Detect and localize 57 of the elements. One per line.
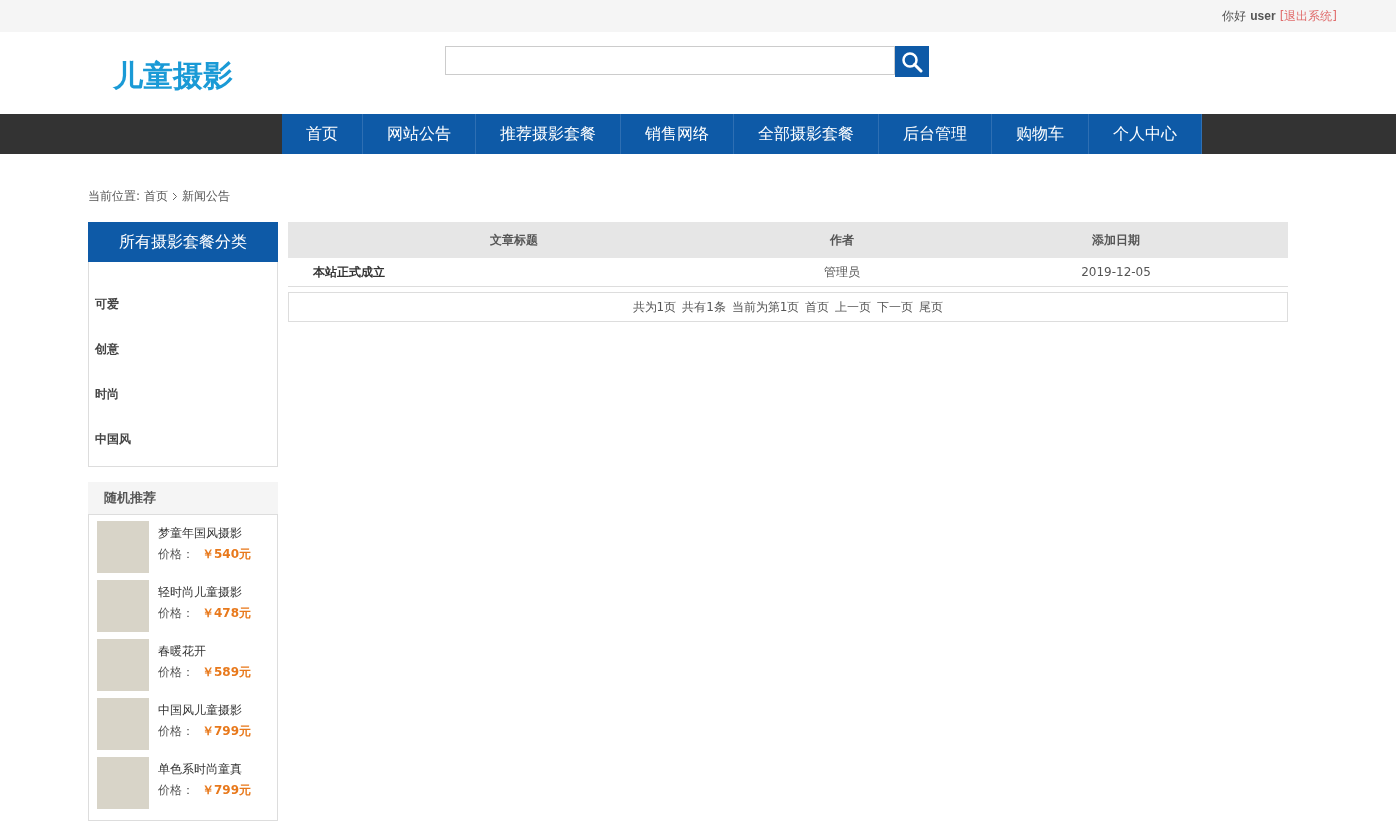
photo-placeholder[interactable]: [97, 639, 149, 691]
greeting-text: 你好: [1222, 7, 1247, 25]
photo-placeholder[interactable]: [97, 580, 149, 632]
nav-tab[interactable]: 销售网络: [621, 114, 734, 154]
category-link[interactable]: 创意: [89, 327, 277, 372]
nav-tab[interactable]: 后台管理: [879, 114, 992, 154]
product-link[interactable]: 中国风儿童摄影: [158, 702, 252, 719]
price-text: ￥799元: [202, 723, 252, 740]
price-label: 价格：: [158, 723, 194, 740]
pager-link[interactable]: 上一页: [835, 298, 872, 316]
photo-placeholder[interactable]: [97, 698, 149, 750]
product-link[interactable]: 轻时尚儿童摄影: [158, 584, 252, 601]
table-cell-text: 管理员: [823, 263, 861, 281]
price-text: ￥799元: [202, 782, 252, 799]
price-label: 价格：: [158, 782, 194, 799]
nav-tab[interactable]: 推荐摄影套餐: [476, 114, 621, 154]
breadcrumb-label: 当前位置:: [88, 187, 141, 205]
breadcrumb-link[interactable]: 首页: [144, 187, 169, 205]
price-text: ￥540元: [202, 546, 252, 563]
product-link[interactable]: 单色系时尚童真: [158, 761, 252, 778]
pager-link[interactable]: 首页: [805, 298, 830, 316]
photo-placeholder[interactable]: [97, 521, 149, 573]
column-header: 添加日期: [1091, 231, 1141, 249]
article-link[interactable]: 本站正式成立: [288, 263, 740, 281]
photo-placeholder[interactable]: [97, 757, 149, 809]
username-text: user: [1250, 9, 1276, 23]
price-label: 价格：: [158, 605, 194, 622]
pager-info: 共为1页: [632, 298, 677, 316]
recommend-title: 随机推荐: [88, 482, 278, 514]
product-link[interactable]: 春暖花开: [158, 643, 252, 660]
search-field[interactable]: [445, 46, 895, 75]
column-header: 文章标题: [489, 231, 539, 249]
nav-tab[interactable]: 个人中心: [1089, 114, 1202, 154]
search-icon: [901, 50, 923, 73]
product-link[interactable]: 梦童年国风摄影: [158, 525, 252, 542]
nav-tab[interactable]: 购物车: [992, 114, 1089, 154]
column-header: 作者: [829, 231, 855, 249]
pager-link[interactable]: 尾页: [919, 298, 944, 316]
category-link[interactable]: 中国风: [89, 417, 277, 462]
price-label: 价格：: [158, 546, 194, 563]
category-link[interactable]: 可爱: [89, 282, 277, 327]
price-text: ￥589元: [202, 664, 252, 681]
price-label: 价格：: [158, 664, 194, 681]
pager-link[interactable]: 下一页: [877, 298, 914, 316]
chevron-icon: [172, 191, 179, 201]
nav-tab[interactable]: 全部摄影套餐: [734, 114, 879, 154]
site-logo: 儿童摄影: [113, 57, 234, 95]
nav-tab[interactable]: 首页: [282, 114, 363, 154]
price-text: ￥478元: [202, 605, 252, 622]
search-button[interactable]: [895, 46, 929, 77]
category-link[interactable]: 时尚: [89, 372, 277, 417]
breadcrumb-current: 新闻公告: [182, 187, 231, 205]
pager-info: 共有1条: [682, 298, 726, 316]
category-title: 所有摄影套餐分类: [88, 222, 278, 262]
pager-info: 当前为第1页: [731, 298, 800, 316]
table-cell-text: 2019-12-05: [1080, 265, 1152, 279]
nav-tab[interactable]: 网站公告: [363, 114, 476, 154]
